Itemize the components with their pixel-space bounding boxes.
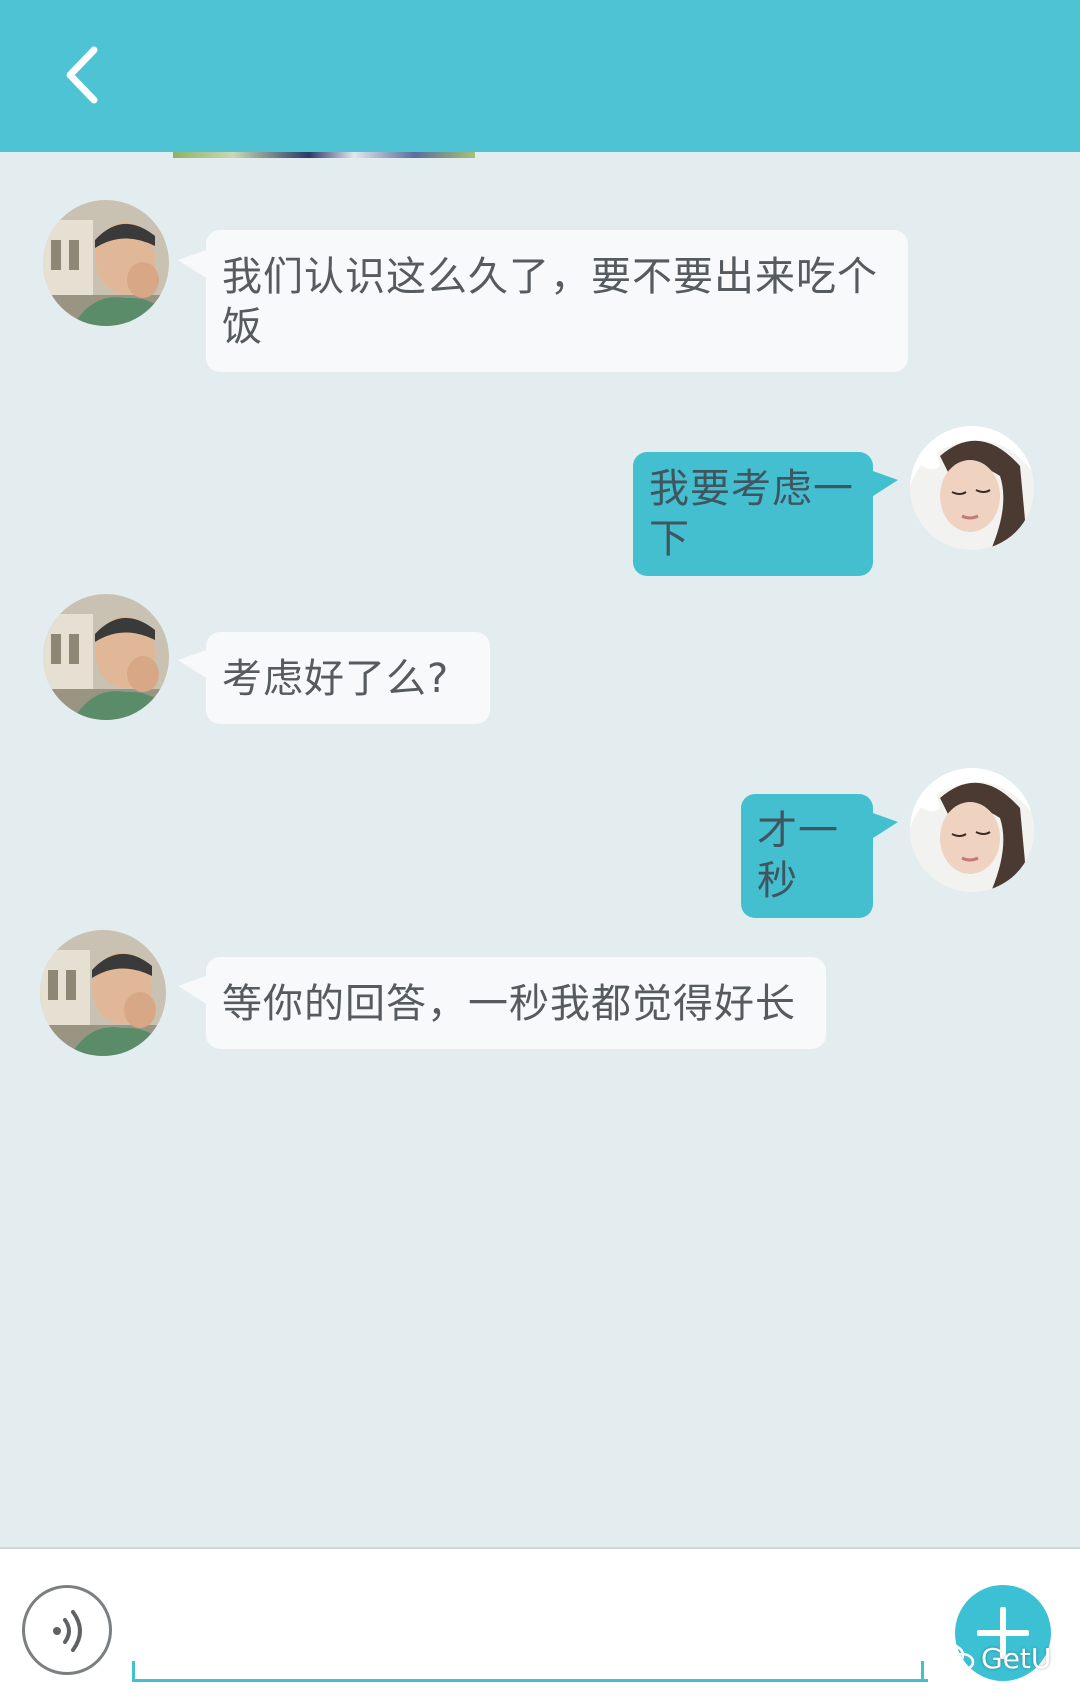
female-avatar[interactable] [910, 426, 1034, 550]
voice-icon [53, 1610, 82, 1652]
male-avatar[interactable] [43, 200, 169, 326]
watermark: GetU [935, 1638, 1051, 1678]
message-input[interactable] [132, 1637, 928, 1682]
previous-image-edge [173, 152, 475, 158]
message-bubble-incoming[interactable]: 我们认识这么久了，要不要出来吃个饭 [206, 230, 908, 372]
message-text: 等你的回答，一秒我都觉得好长 [222, 981, 796, 1027]
input-edge [921, 1661, 924, 1679]
message-bubble-outgoing[interactable]: 才一秒 [741, 794, 873, 918]
message-bubble-incoming[interactable]: 等你的回答，一秒我都觉得好长 [206, 957, 826, 1049]
female-avatar[interactable] [910, 768, 1034, 892]
message-bubble-incoming[interactable]: 考虑好了么? [206, 632, 490, 724]
message-input-bar [0, 1547, 1080, 1702]
message-text: 考虑好了么? [222, 656, 450, 702]
back-button[interactable] [50, 40, 120, 110]
female-avatar-image [910, 768, 1034, 892]
message-text: 我要考虑一下 [649, 466, 854, 562]
bubble-tail [870, 812, 898, 840]
wechat-icon [935, 1643, 975, 1672]
watermark-text: GetU [981, 1641, 1052, 1675]
bubble-tail [178, 650, 206, 678]
female-avatar-image [910, 426, 1034, 550]
male-avatar-image [40, 930, 166, 1056]
male-avatar[interactable] [43, 594, 169, 720]
male-avatar-image [43, 200, 169, 326]
message-bubble-outgoing[interactable]: 我要考虑一下 [633, 452, 873, 576]
top-bar [0, 0, 1080, 152]
bubble-tail [870, 470, 898, 498]
bubble-tail [178, 976, 206, 1004]
chat-screen: 我们认识这么久了，要不要出来吃个饭 我要考虑一下 考虑好了么? 才一秒 等你的回… [0, 0, 1080, 1702]
male-avatar-image [43, 594, 169, 720]
voice-button[interactable] [22, 1585, 112, 1675]
bubble-tail [178, 250, 206, 278]
message-text: 才一秒 [757, 808, 839, 904]
chevron-left-icon [66, 46, 98, 104]
message-text: 我们认识这么久了，要不要出来吃个饭 [222, 254, 878, 350]
male-avatar[interactable] [40, 930, 166, 1056]
